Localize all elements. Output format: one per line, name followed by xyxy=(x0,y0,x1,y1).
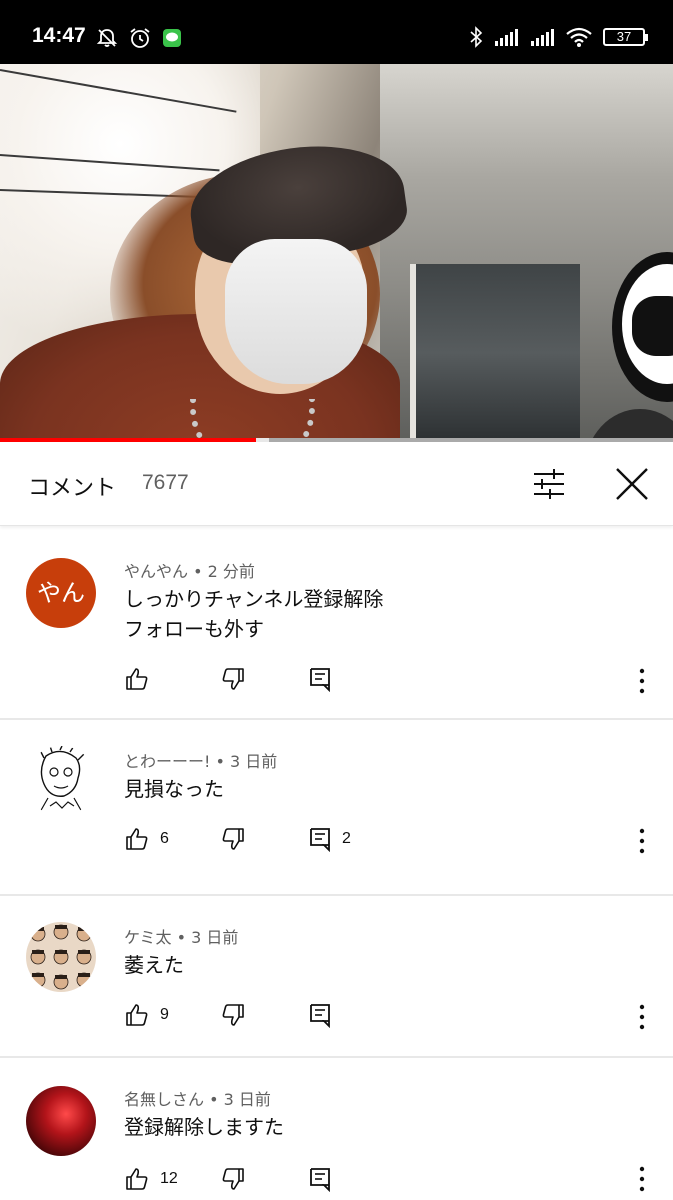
more-icon[interactable] xyxy=(634,666,650,696)
dislike-button[interactable] xyxy=(220,666,246,692)
video-mask xyxy=(225,239,367,384)
comment-text-line: 見損なった xyxy=(124,777,224,801)
thumbs-down-icon xyxy=(222,1168,244,1190)
comment-meta: やんやん • 2 分前 xyxy=(124,562,255,581)
comment-text-line: しっかりチャンネル登録解除 xyxy=(124,587,384,611)
comment-item: やん やんやん • 2 分前 しっかりチャンネル登録解除 フォローも外す xyxy=(0,530,673,720)
reply-count: 2 xyxy=(342,830,351,847)
video-necklace xyxy=(190,399,315,442)
comment-author[interactable]: やんやん xyxy=(124,562,188,581)
video-player[interactable] xyxy=(0,64,673,442)
comment-icon xyxy=(310,1168,330,1192)
comment-time: 3 日前 xyxy=(230,752,278,771)
comments-header: コメント 7677 xyxy=(0,442,673,526)
dislike-button[interactable] xyxy=(220,826,246,852)
signal-icon xyxy=(531,29,554,46)
comment-meta: 名無しさん • 3 日前 xyxy=(124,1090,271,1109)
comment-time: 3 日前 xyxy=(223,1090,271,1109)
status-left-icons xyxy=(96,26,182,50)
video-shop-window xyxy=(410,264,580,442)
avatar[interactable]: やん xyxy=(26,558,96,628)
video-sticker-face xyxy=(632,296,673,356)
status-right-icons: 37 xyxy=(469,26,648,48)
faces-pattern-avatar-image xyxy=(30,924,92,990)
like-button[interactable]: 9 xyxy=(124,1002,169,1028)
comment-actions: 9 xyxy=(124,1002,664,1032)
like-button[interactable] xyxy=(124,666,160,692)
comment-item: 名無しさん • 3 日前 登録解除しますた 12 xyxy=(0,1058,673,1200)
battery-indicator: 37 xyxy=(603,28,648,46)
close-icon[interactable] xyxy=(612,464,652,504)
comment-author[interactable]: 名無しさん xyxy=(124,1090,204,1109)
thumbs-up-icon xyxy=(126,1168,148,1190)
comment-text-line: 萎えた xyxy=(124,953,184,977)
comment-item: ケミ太 • 3 日前 萎えた 9 xyxy=(0,896,673,1058)
thumbs-down-icon xyxy=(222,1004,244,1026)
comments-title: コメント xyxy=(28,476,117,501)
comment-author[interactable]: とわーーー! xyxy=(124,752,210,771)
like-button[interactable]: 6 xyxy=(124,826,169,852)
wifi-icon xyxy=(566,27,592,47)
comment-actions: 12 xyxy=(124,1166,664,1196)
bell-off-icon xyxy=(96,29,118,47)
comment-text: しっかりチャンネル登録解除 フォローも外す xyxy=(124,584,383,644)
comment-meta: ケミ太 • 3 日前 xyxy=(124,928,239,947)
comment-icon xyxy=(310,828,330,852)
sliders-icon[interactable] xyxy=(530,466,568,502)
comment-time: 3 日前 xyxy=(191,928,239,947)
like-count: 12 xyxy=(160,1170,178,1187)
comment-actions: 6 2 xyxy=(124,826,664,856)
avatar[interactable] xyxy=(26,1086,96,1156)
thumbs-down-icon xyxy=(222,668,244,690)
status-bar: 14:47 37 xyxy=(0,0,673,64)
comment-text-line: 登録解除しますた xyxy=(124,1115,284,1139)
comment-text: 登録解除しますた xyxy=(124,1112,284,1142)
comment-actions xyxy=(124,666,664,696)
reply-button[interactable] xyxy=(308,1002,342,1028)
thumbs-up-icon xyxy=(126,668,148,690)
status-time: 14:47 xyxy=(32,24,86,47)
comment-item: とわーーー! • 3 日前 見損なった 6 2 xyxy=(0,720,673,896)
thumbs-up-icon xyxy=(126,1004,148,1026)
comment-text: 萎えた xyxy=(124,950,184,980)
comment-text: 見損なった xyxy=(124,774,224,804)
bluetooth-icon xyxy=(470,26,483,48)
more-icon[interactable] xyxy=(634,1002,650,1032)
like-count: 6 xyxy=(160,830,169,847)
dislike-button[interactable] xyxy=(220,1166,246,1192)
reply-button[interactable]: 2 xyxy=(308,826,351,852)
comment-time: 2 分前 xyxy=(207,562,255,581)
reply-button[interactable] xyxy=(308,1166,342,1192)
thumbs-up-icon xyxy=(126,828,148,850)
comment-text-line: フォローも外す xyxy=(124,617,264,641)
comment-author[interactable]: ケミ太 xyxy=(124,928,172,947)
dislike-button[interactable] xyxy=(220,1002,246,1028)
line-app-icon xyxy=(163,29,181,47)
comment-icon xyxy=(310,668,330,692)
thumbs-down-icon xyxy=(222,828,244,850)
avatar[interactable] xyxy=(26,746,96,816)
avatar[interactable] xyxy=(26,922,96,992)
comment-meta: とわーーー! • 3 日前 xyxy=(124,752,278,771)
like-count: 9 xyxy=(160,1006,169,1023)
reply-button[interactable] xyxy=(308,666,342,692)
signal-icon xyxy=(495,29,518,46)
more-icon[interactable] xyxy=(634,1164,650,1194)
more-icon[interactable] xyxy=(634,826,650,856)
like-button[interactable]: 12 xyxy=(124,1166,178,1192)
alarm-icon xyxy=(130,28,150,48)
sketch-avatar-image xyxy=(39,746,85,813)
comments-count: 7677 xyxy=(142,471,189,494)
comment-icon xyxy=(310,1004,330,1028)
